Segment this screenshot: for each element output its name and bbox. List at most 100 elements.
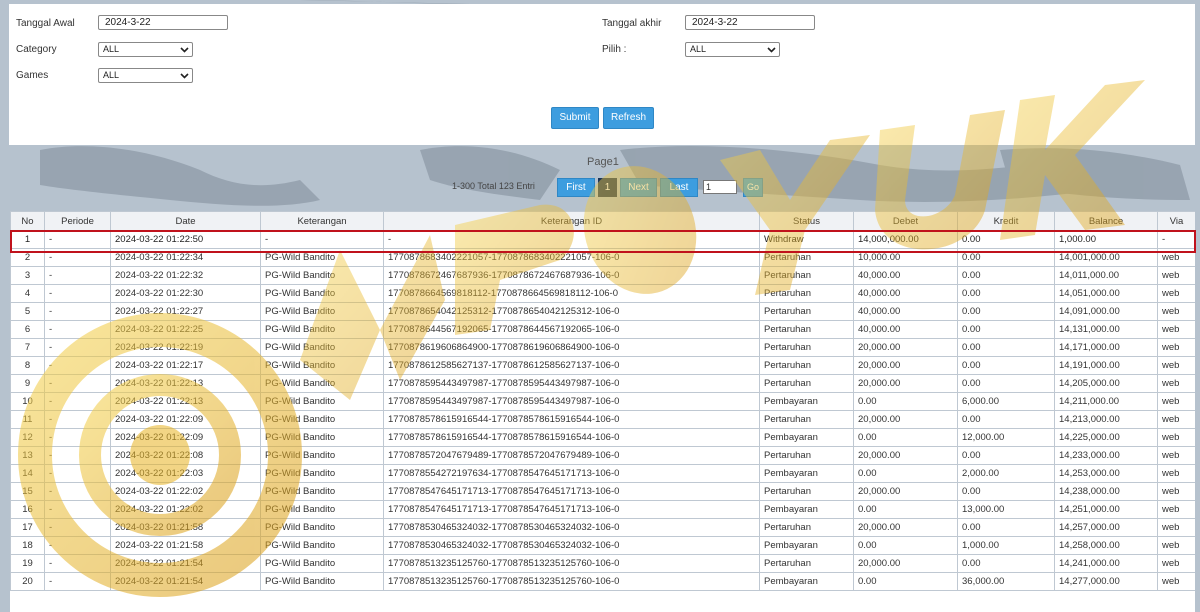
column-header: Keterangan: [260, 211, 384, 231]
row-number: 13: [10, 446, 45, 465]
balance-cell: 14,258,000.00: [1054, 536, 1158, 555]
table-row: 8-2024-03-22 01:22:17 PG-Wild Bandito 1770…: [10, 356, 1195, 375]
row-number: 1: [10, 230, 45, 249]
go-button[interactable]: Go: [743, 178, 763, 197]
table-row: 13-2024-03-22 01:22:08 PG-Wild Bandito 177…: [10, 446, 1195, 465]
kredit-cell: 12,000.00: [957, 428, 1055, 447]
keterangan-cell: PG-Wild Bandito: [260, 374, 384, 393]
transactions-table-container: No Periode Date Keterangan Keterangan ID Stat…: [10, 211, 1195, 612]
date-cell: 2024-03-22 01:22:09: [110, 428, 261, 447]
keterangan-id-cell: 1770878554272197634-1770878547645171713-…: [383, 464, 760, 483]
submit-button[interactable]: Submit: [551, 107, 599, 129]
balance-cell: 14,011,000.00: [1054, 266, 1158, 285]
keterangan-cell: PG-Wild Bandito: [260, 320, 384, 339]
status-cell: Pertaruhan: [759, 356, 854, 375]
column-header: Periode: [44, 211, 111, 231]
table-row: 9-2024-03-22 01:22:13 PG-Wild Bandito 1770…: [10, 374, 1195, 393]
row-number: 16: [10, 500, 45, 519]
status-cell: Pertaruhan: [759, 554, 854, 573]
periode-cell: -: [44, 554, 111, 573]
row-number: 19: [10, 554, 45, 573]
balance-cell: 14,233,000.00: [1054, 446, 1158, 465]
via-cell: web: [1157, 410, 1195, 429]
date-cell: 2024-03-22 01:22:03: [110, 464, 261, 483]
row-number: 20: [10, 572, 45, 591]
keterangan-cell: PG-Wild Bandito: [260, 428, 384, 447]
refresh-button[interactable]: Refresh: [603, 107, 654, 129]
category-label: Category: [16, 44, 57, 55]
periode-cell: -: [44, 374, 111, 393]
via-cell: web: [1157, 500, 1195, 519]
pilih-select[interactable]: ALL: [685, 42, 780, 57]
start-date-input[interactable]: 2024-3-22: [98, 15, 228, 30]
status-cell: Pertaruhan: [759, 284, 854, 303]
table-row: 20-2024-03-22 01:21:54 PG-Wild Bandito 177…: [10, 572, 1195, 591]
category-select[interactable]: ALL: [98, 42, 193, 57]
balance-cell: 14,213,000.00: [1054, 410, 1158, 429]
keterangan-id-cell: 1770878572047679489-1770878572047679489-…: [383, 446, 760, 465]
periode-cell: -: [44, 338, 111, 357]
keterangan-cell: -: [260, 230, 384, 249]
keterangan-cell: PG-Wild Bandito: [260, 338, 384, 357]
date-cell: 2024-03-22 01:22:50: [110, 230, 261, 249]
periode-cell: -: [44, 266, 111, 285]
via-cell: web: [1157, 392, 1195, 411]
balance-cell: 14,277,000.00: [1054, 572, 1158, 591]
table-row: 18-2024-03-22 01:21:58 PG-Wild Bandito 177…: [10, 536, 1195, 555]
kredit-cell: 0.00: [957, 482, 1055, 501]
next-page-button[interactable]: Next: [620, 178, 657, 197]
date-cell: 2024-03-22 01:22:09: [110, 410, 261, 429]
keterangan-cell: PG-Wild Bandito: [260, 500, 384, 519]
page-number-input[interactable]: 1: [703, 180, 737, 194]
kredit-cell: 0.00: [957, 374, 1055, 393]
keterangan-cell: PG-Wild Bandito: [260, 572, 384, 591]
first-page-button[interactable]: First: [557, 178, 595, 197]
debet-cell: 20,000.00: [853, 356, 958, 375]
debet-cell: 0.00: [853, 428, 958, 447]
balance-cell: 14,131,000.00: [1054, 320, 1158, 339]
keterangan-id-cell: 1770878578615916544-1770878578615916544-…: [383, 410, 760, 429]
keterangan-id-cell: 1770878595443497987-1770878595443497987-…: [383, 392, 760, 411]
debet-cell: 20,000.00: [853, 338, 958, 357]
via-cell: web: [1157, 338, 1195, 357]
column-header: Status: [759, 211, 854, 231]
kredit-cell: 0.00: [957, 302, 1055, 321]
via-cell: web: [1157, 374, 1195, 393]
kredit-cell: 0.00: [957, 518, 1055, 537]
keterangan-id-cell: 1770878619606864900-1770878619606864900-…: [383, 338, 760, 357]
balance-cell: 14,251,000.00: [1054, 500, 1158, 519]
table-row: 1-2024-03-22 01:22:50- - Withdraw 14,000,00…: [10, 230, 1195, 249]
periode-cell: -: [44, 428, 111, 447]
debet-cell: 0.00: [853, 536, 958, 555]
balance-cell: 14,091,000.00: [1054, 302, 1158, 321]
kredit-cell: 0.00: [957, 356, 1055, 375]
games-select[interactable]: ALL: [98, 68, 193, 83]
end-date-input[interactable]: 2024-3-22: [685, 15, 815, 30]
table-row: 16-2024-03-22 01:22:02 PG-Wild Bandito 177…: [10, 500, 1195, 519]
pilih-select-value: ALL: [690, 44, 707, 54]
chevron-down-icon: [180, 73, 189, 79]
table-header-row: No Periode Date Keterangan Keterangan ID Stat…: [10, 211, 1195, 231]
column-header: Kredit: [957, 211, 1055, 231]
keterangan-cell: PG-Wild Bandito: [260, 464, 384, 483]
periode-cell: -: [44, 356, 111, 375]
current-page-button[interactable]: 1: [598, 178, 617, 197]
date-cell: 2024-03-22 01:21:58: [110, 518, 261, 537]
table-row: 19-2024-03-22 01:21:54 PG-Wild Bandito 177…: [10, 554, 1195, 573]
keterangan-cell: PG-Wild Bandito: [260, 446, 384, 465]
date-cell: 2024-03-22 01:22:32: [110, 266, 261, 285]
total-entries-text: 1-300 Total 123 Entri: [452, 181, 535, 191]
status-cell: Pertaruhan: [759, 338, 854, 357]
debet-cell: 20,000.00: [853, 518, 958, 537]
date-cell: 2024-03-22 01:22:27: [110, 302, 261, 321]
keterangan-cell: PG-Wild Bandito: [260, 482, 384, 501]
keterangan-id-cell: 1770878530465324032-1770878530465324032-…: [383, 518, 760, 537]
periode-cell: -: [44, 230, 111, 249]
keterangan-id-cell: 1770878530465324032-1770878530465324032-…: [383, 536, 760, 555]
last-page-button[interactable]: Last: [660, 178, 698, 197]
date-cell: 2024-03-22 01:21:58: [110, 536, 261, 555]
date-cell: 2024-03-22 01:22:13: [110, 374, 261, 393]
date-cell: 2024-03-22 01:22:30: [110, 284, 261, 303]
keterangan-id-cell: 1770878683402221057-1770878683402221057-…: [383, 248, 760, 267]
column-header: Keterangan ID: [383, 211, 760, 231]
